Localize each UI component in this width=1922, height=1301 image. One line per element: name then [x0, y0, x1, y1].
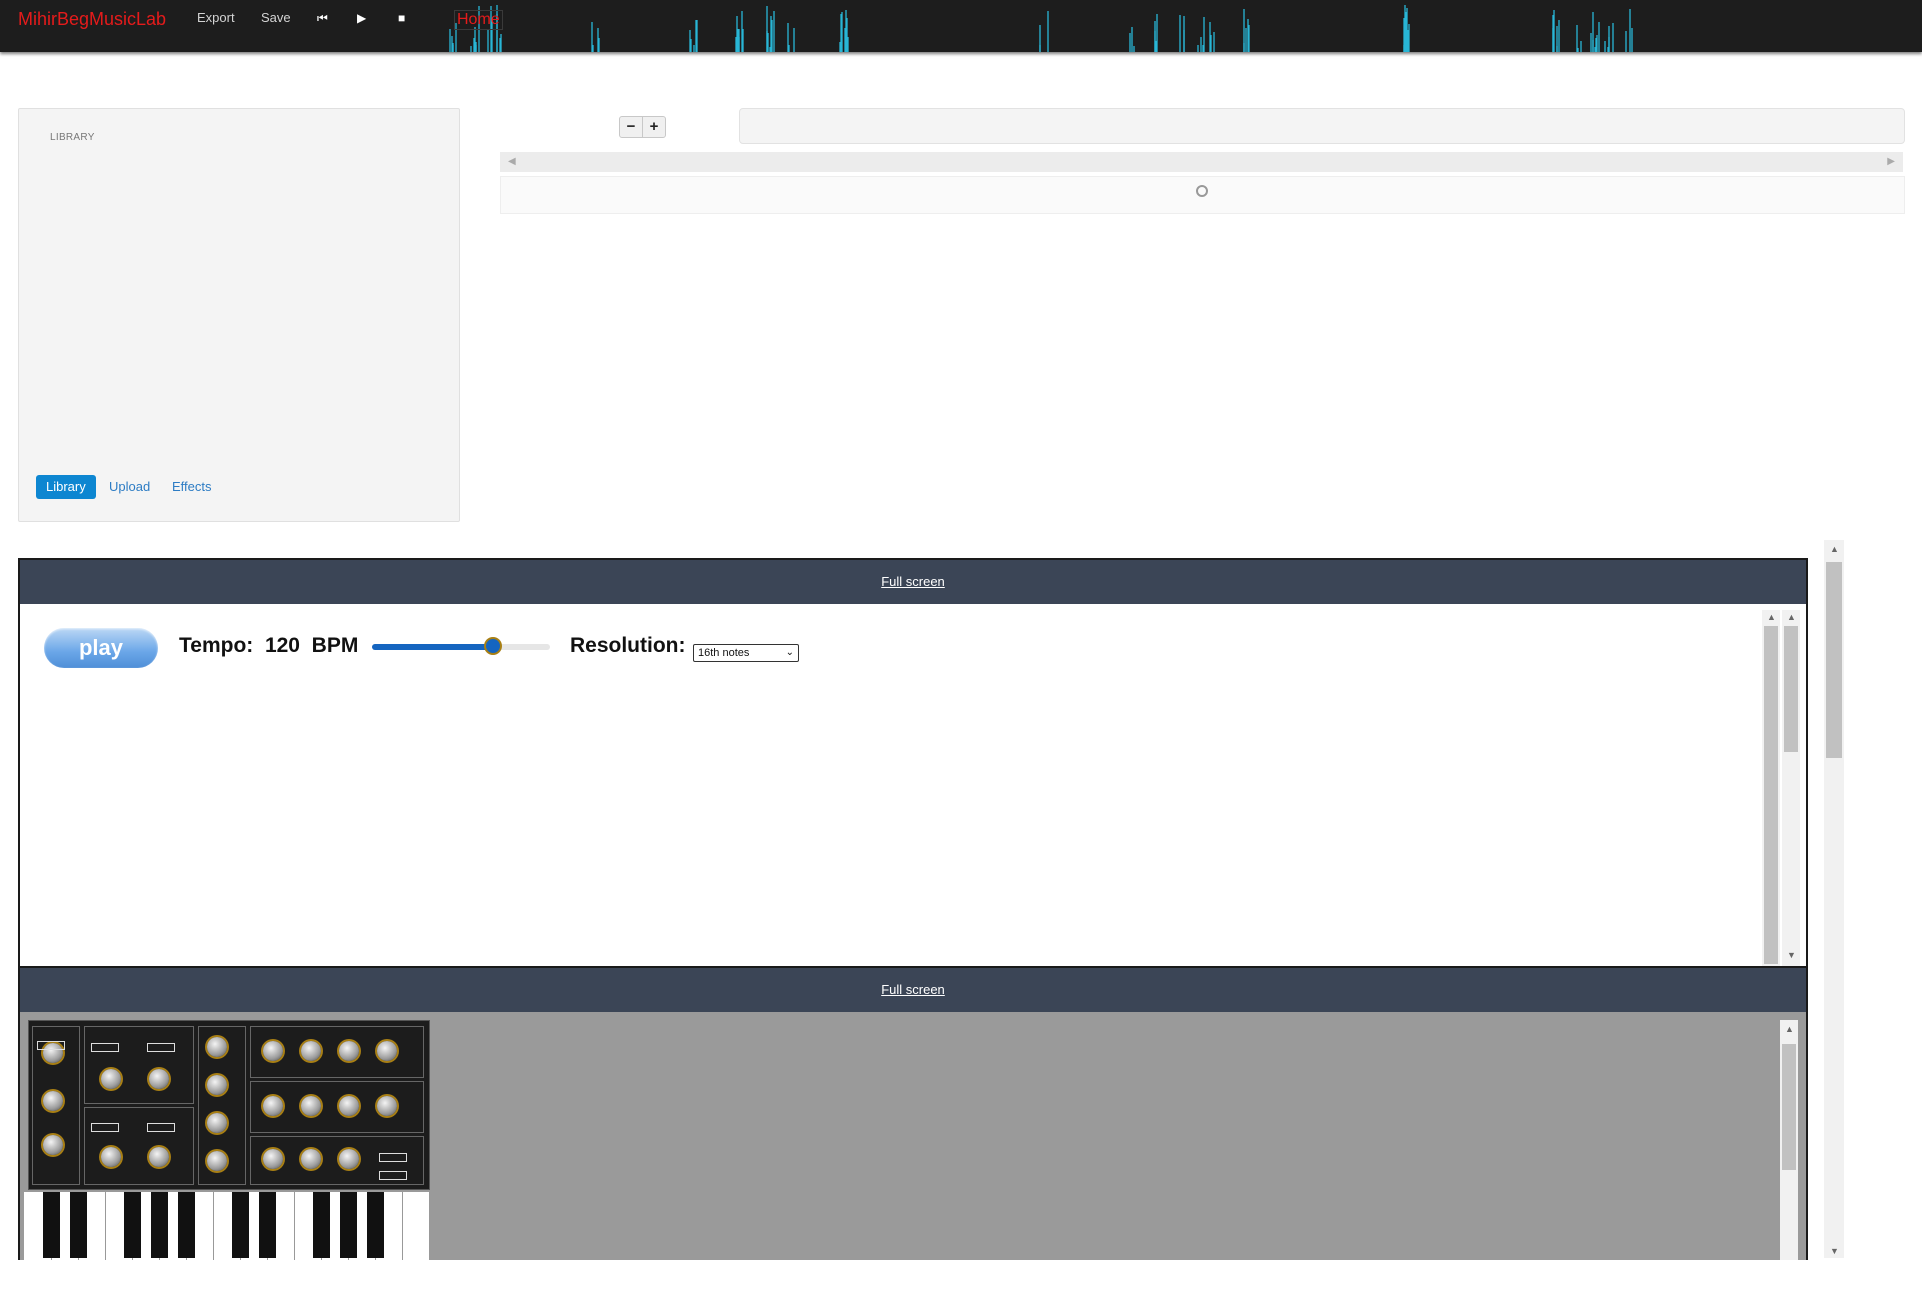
zoom-controls: − +	[619, 116, 666, 138]
synth-knob[interactable]	[207, 1075, 227, 1095]
sequencer-panel: Full screen play Tempo: 120 BPM Resoluti…	[18, 558, 1808, 970]
piano-keyboard[interactable]	[24, 1192, 430, 1260]
tempo-value: 120	[264, 634, 300, 657]
zoom-in-button[interactable]: +	[642, 117, 665, 137]
home-button[interactable]: Home	[454, 10, 503, 30]
timeline-ruler[interactable]	[739, 108, 1905, 144]
resolution-select[interactable]: 16th notes ⌄	[693, 644, 799, 662]
synth-knob[interactable]	[43, 1091, 63, 1111]
piano-black-key[interactable]	[124, 1192, 141, 1258]
synth-knob[interactable]	[377, 1041, 397, 1061]
chevron-down-icon: ⌄	[785, 647, 794, 658]
save-button[interactable]: Save	[261, 10, 291, 25]
piano-black-key[interactable]	[151, 1192, 168, 1258]
synth-knob[interactable]	[101, 1069, 121, 1089]
scrollbar-thumb[interactable]	[1826, 562, 1842, 758]
scrollbar-thumb[interactable]	[1784, 626, 1798, 752]
synth-knob[interactable]	[207, 1037, 227, 1057]
scroll-up-icon[interactable]: ▲	[1830, 544, 1839, 554]
fullscreen-link[interactable]: Full screen	[881, 574, 945, 589]
synth-scrollbar[interactable]: ▲	[1780, 1020, 1798, 1260]
synth-knob[interactable]	[207, 1113, 227, 1133]
synth-knob[interactable]	[339, 1149, 359, 1169]
scroll-up-icon[interactable]: ▲	[1767, 612, 1776, 622]
scroll-down-icon[interactable]: ▼	[1787, 950, 1796, 960]
tempo-readout: Tempo: 120 BPM	[179, 634, 358, 658]
synth-knob[interactable]	[301, 1149, 321, 1169]
export-button[interactable]: Export	[197, 10, 235, 25]
sequencer-scrollbar-left[interactable]: ▲	[1762, 610, 1780, 966]
piano-black-key[interactable]	[340, 1192, 357, 1258]
play-icon[interactable]: ▶	[357, 11, 366, 25]
skip-back-icon[interactable]: ⏮	[317, 11, 328, 25]
synth-knob[interactable]	[301, 1041, 321, 1061]
page-scrollbar[interactable]: ▲ ▼	[1824, 540, 1844, 1258]
piano-black-key[interactable]	[259, 1192, 276, 1258]
fullscreen-link[interactable]: Full screen	[881, 982, 945, 997]
app-brand[interactable]: MihirBegMusicLab	[18, 9, 166, 30]
synth-selector[interactable]	[147, 1043, 175, 1052]
synth-knob[interactable]	[263, 1149, 283, 1169]
synth-knob[interactable]	[339, 1041, 359, 1061]
track-area[interactable]	[500, 176, 1905, 214]
scroll-right-icon[interactable]: ▶	[1887, 156, 1895, 167]
synth-knob[interactable]	[101, 1147, 121, 1167]
library-title: LIBRARY	[50, 132, 95, 143]
scroll-down-icon[interactable]: ▼	[1830, 1246, 1839, 1256]
library-panel: LIBRARY Library Upload Effects	[18, 108, 460, 522]
scrollbar-thumb[interactable]	[1764, 626, 1778, 964]
synth-knob[interactable]	[149, 1069, 169, 1089]
synth-knob[interactable]	[263, 1041, 283, 1061]
waveform-overview[interactable]	[440, 0, 1890, 52]
osc1-section	[84, 1026, 194, 1104]
synth-selector[interactable]	[379, 1153, 407, 1162]
scroll-left-icon[interactable]: ◀	[508, 156, 516, 167]
synth-header: Full screen	[20, 968, 1806, 1012]
tab-library[interactable]: Library	[36, 475, 96, 499]
timeline-scrollbar[interactable]: ◀ ▶	[500, 152, 1903, 172]
resolution-value: 16th notes	[698, 647, 750, 659]
synth-selector[interactable]	[379, 1171, 407, 1180]
piano-black-key[interactable]	[313, 1192, 330, 1258]
synth-selector[interactable]	[37, 1041, 65, 1050]
synth-selector[interactable]	[91, 1043, 119, 1052]
piano-black-key[interactable]	[367, 1192, 384, 1258]
piano-black-key[interactable]	[232, 1192, 249, 1258]
scroll-up-icon[interactable]: ▲	[1785, 1024, 1794, 1034]
sequencer-header: Full screen	[20, 560, 1806, 604]
synth-knob[interactable]	[43, 1135, 63, 1155]
sequencer-scrollbar-right[interactable]: ▲ ▼	[1782, 610, 1800, 966]
resolution-label: Resolution:	[570, 634, 686, 657]
synth-knob[interactable]	[149, 1147, 169, 1167]
piano-black-key[interactable]	[70, 1192, 87, 1258]
stop-icon[interactable]: ■	[398, 11, 405, 25]
synth-knob[interactable]	[339, 1096, 359, 1116]
synth-selector[interactable]	[147, 1123, 175, 1132]
piano-black-key[interactable]	[43, 1192, 60, 1258]
playhead-handle[interactable]	[1196, 185, 1208, 197]
tab-upload[interactable]: Upload	[109, 475, 150, 499]
tempo-slider[interactable]	[372, 639, 550, 653]
scrollbar-thumb[interactable]	[1782, 1044, 1796, 1170]
synthesizer-widget[interactable]	[28, 1020, 430, 1190]
zoom-out-button[interactable]: −	[620, 117, 642, 137]
piano-white-key[interactable]	[402, 1192, 430, 1260]
tempo-slider-knob[interactable]	[486, 639, 501, 653]
scroll-up-icon[interactable]: ▲	[1787, 612, 1796, 622]
play-button[interactable]: play	[44, 628, 158, 668]
tab-effects[interactable]: Effects	[172, 475, 212, 499]
synth-knob[interactable]	[377, 1096, 397, 1116]
synth-selector[interactable]	[91, 1123, 119, 1132]
top-bar: MihirBegMusicLab Export Save ⏮ ▶ ■ Home	[0, 0, 1922, 52]
tempo-slider-fill	[372, 644, 494, 650]
tempo-label: Tempo:	[179, 634, 254, 657]
synth-panel: Full screen ▲	[18, 966, 1808, 1260]
synth-knob[interactable]	[301, 1096, 321, 1116]
synth-knob[interactable]	[263, 1096, 283, 1116]
piano-black-key[interactable]	[178, 1192, 195, 1258]
osc2-section	[84, 1107, 194, 1185]
tempo-unit: BPM	[311, 634, 359, 657]
synth-knob[interactable]	[207, 1151, 227, 1171]
